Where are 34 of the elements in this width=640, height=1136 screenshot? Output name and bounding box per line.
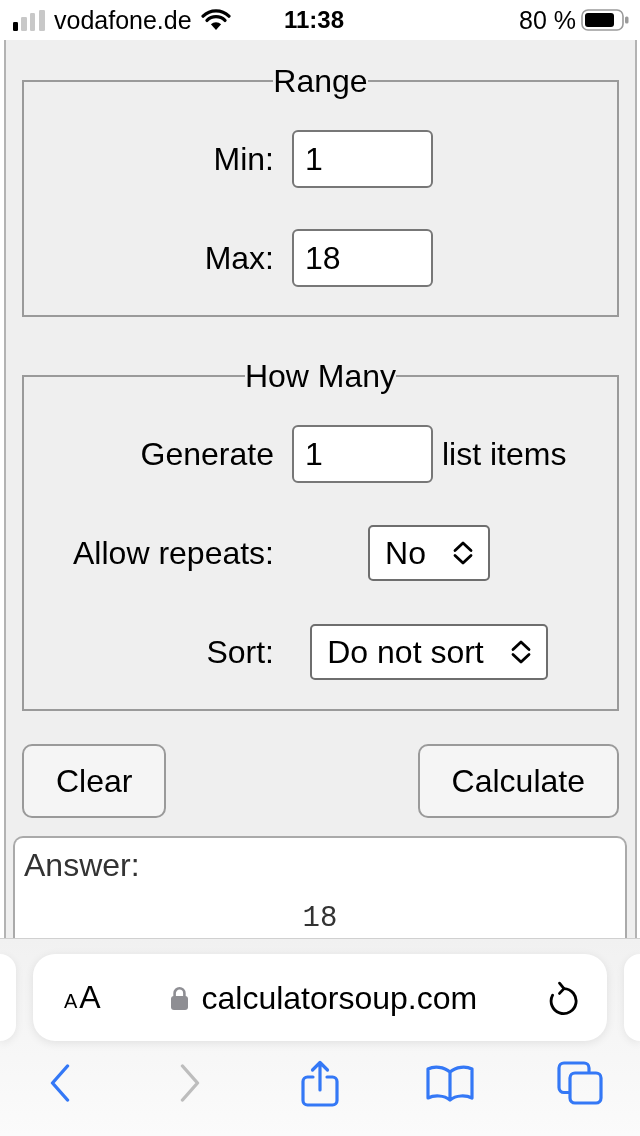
group-legend: How Many [244, 357, 397, 395]
address-bar[interactable]: AA calculatorsoup.com [33, 954, 607, 1041]
reload-icon[interactable] [547, 979, 579, 1016]
battery-percentage: 80 % [519, 5, 576, 35]
chevron-up-down-icon [509, 640, 532, 664]
battery-icon [581, 9, 629, 31]
field-label: Allow repeats: [73, 534, 274, 572]
suffix-label: list items [442, 435, 567, 473]
status-time: 11:38 [283, 5, 345, 35]
signal-icon [13, 9, 45, 31]
form-button[interactable]: Clear [22, 744, 167, 818]
form-button[interactable]: Calculate [417, 744, 619, 818]
chevron-left-icon[interactable] [50, 1064, 70, 1102]
field-label: Max: [204, 239, 274, 277]
carrier-name: vodafone.de [54, 5, 192, 35]
tabs-icon[interactable] [557, 1061, 603, 1105]
lock-icon [170, 985, 188, 1010]
page-settings-button[interactable]: AA [64, 979, 101, 1016]
chevron-up-down-icon [451, 541, 474, 565]
field-label: Sort: [206, 633, 274, 671]
field-label: Min: [213, 140, 274, 178]
number-field[interactable]: 1 [292, 130, 433, 188]
field-label: Generate [140, 435, 274, 473]
dropdown[interactable]: Do not sort [310, 624, 548, 680]
book-icon[interactable] [426, 1064, 474, 1102]
dropdown[interactable]: No [368, 525, 490, 581]
answer-label: Answer: [24, 847, 140, 884]
answer-value: 18 [302, 902, 338, 936]
url-text: calculatorsoup.com [201, 978, 478, 1017]
number-field[interactable]: 18 [292, 229, 433, 287]
share-icon[interactable] [301, 1059, 339, 1107]
number-field[interactable]: 1 [292, 425, 433, 483]
group-legend: Range [273, 62, 368, 100]
wifi-icon [200, 9, 231, 31]
